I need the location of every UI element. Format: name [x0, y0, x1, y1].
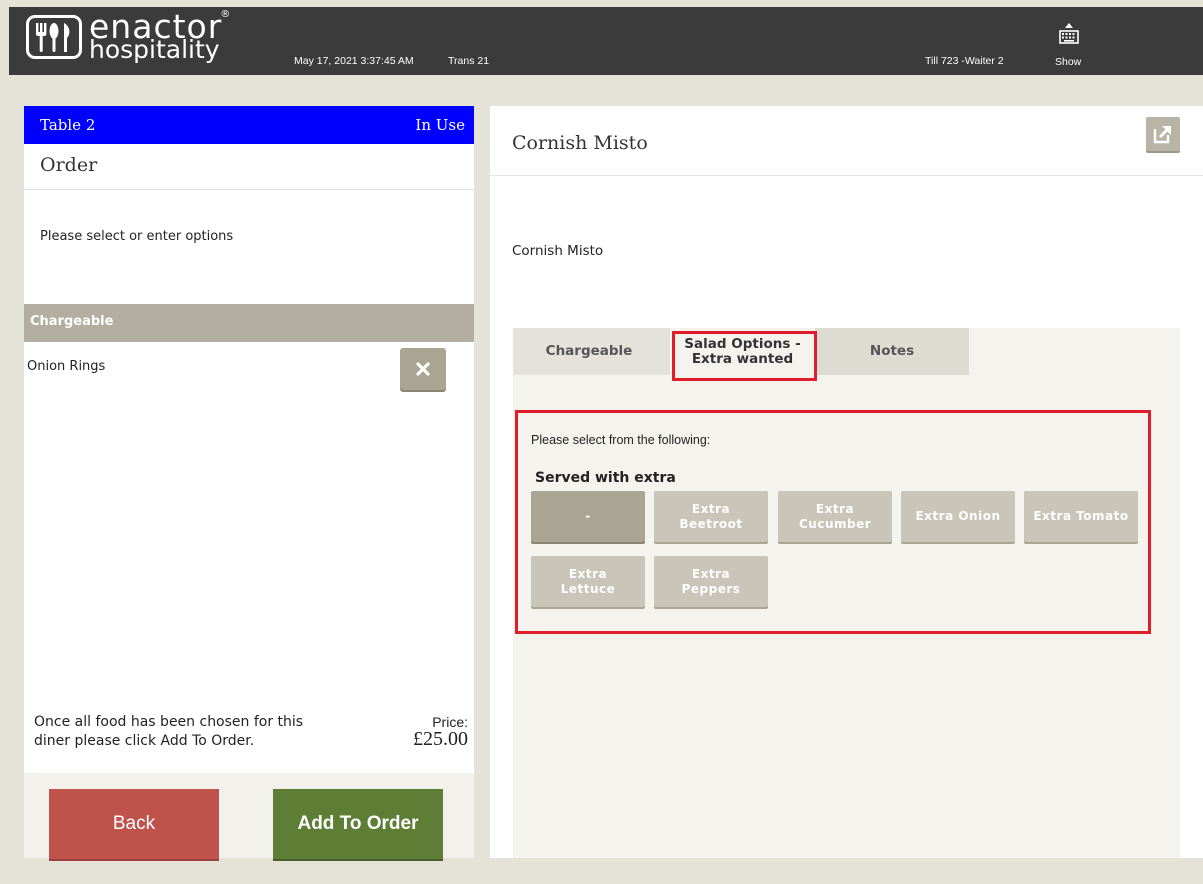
list-item[interactable]: Onion Rings: [24, 342, 474, 396]
price-display: Price: £25.00: [413, 715, 468, 749]
option-none-button[interactable]: -: [531, 491, 645, 542]
tab-chargeable[interactable]: Chargeable: [513, 328, 665, 375]
options-prompt: Please select from the following:: [531, 433, 711, 447]
option-extra-cucumber-button[interactable]: Extra Cucumber: [778, 491, 892, 542]
option-extra-onion-button[interactable]: Extra Onion: [901, 491, 1015, 542]
options-heading: Served with extra: [535, 470, 676, 486]
logo-line2: hospitality: [89, 35, 220, 64]
active-tab-highlight: [672, 331, 817, 381]
back-button[interactable]: Back: [49, 789, 219, 859]
tab-notes[interactable]: Notes: [815, 328, 969, 375]
table-bar: Table 2 In Use: [24, 106, 474, 144]
header-trans: Trans 21: [448, 55, 490, 67]
close-icon: [416, 362, 430, 376]
order-title: Order: [24, 144, 474, 190]
remove-item-button[interactable]: [400, 348, 446, 390]
external-link-icon: [1153, 126, 1171, 144]
table-name: Table 2: [40, 116, 96, 134]
header-datetime: May 17, 2021 3:37:45 AM: [294, 55, 414, 67]
logo-trademark: ®: [220, 9, 231, 20]
product-subtitle: Cornish Misto: [512, 243, 604, 259]
keyboard-icon[interactable]: [1057, 19, 1081, 51]
option-extra-lettuce-button[interactable]: Extra Lettuce: [531, 556, 645, 607]
price-label: Price:: [432, 714, 468, 730]
chargeable-section-header: Chargeable: [24, 304, 474, 342]
options-group: Please select from the following: Served…: [515, 410, 1151, 634]
option-label: Extra Cucumber: [799, 501, 872, 531]
add-to-order-button[interactable]: Add To Order: [273, 789, 443, 859]
table-status: In Use: [415, 116, 465, 134]
item-label: Onion Rings: [27, 359, 106, 374]
logo-icon: [26, 15, 82, 59]
order-panel: Table 2 In Use Order Please select or en…: [24, 106, 474, 859]
option-label: Extra Lettuce: [560, 566, 616, 596]
header-till: Till 723 -Waiter 2: [925, 55, 1004, 67]
title-divider: [490, 175, 1203, 176]
keyboard-show-label[interactable]: Show: [1055, 56, 1081, 68]
price-value: £25.00: [413, 728, 468, 750]
product-panel: Cornish Misto Cornish Misto Chargeable S…: [490, 106, 1203, 858]
popout-button[interactable]: [1146, 117, 1180, 151]
product-title: Cornish Misto: [512, 132, 648, 154]
option-extra-peppers-button[interactable]: Extra Peppers: [654, 556, 768, 607]
option-extra-tomato-button[interactable]: Extra Tomato: [1024, 491, 1138, 542]
order-prompt: Please select or enter options: [40, 229, 234, 244]
footer-message: Once all food has been chosen for this d…: [34, 714, 304, 749]
brand-logo: enactor hospitality ®: [89, 10, 230, 64]
action-bar: Back Add To Order: [24, 773, 474, 859]
tab-strip-fill: [969, 328, 1180, 375]
option-label: Extra Peppers: [681, 566, 741, 596]
top-bar: enactor hospitality ® May 17, 2021 3:37:…: [9, 7, 1203, 75]
option-extra-beetroot-button[interactable]: Extra Beetroot: [654, 491, 768, 542]
option-label: Extra Beetroot: [679, 501, 743, 531]
